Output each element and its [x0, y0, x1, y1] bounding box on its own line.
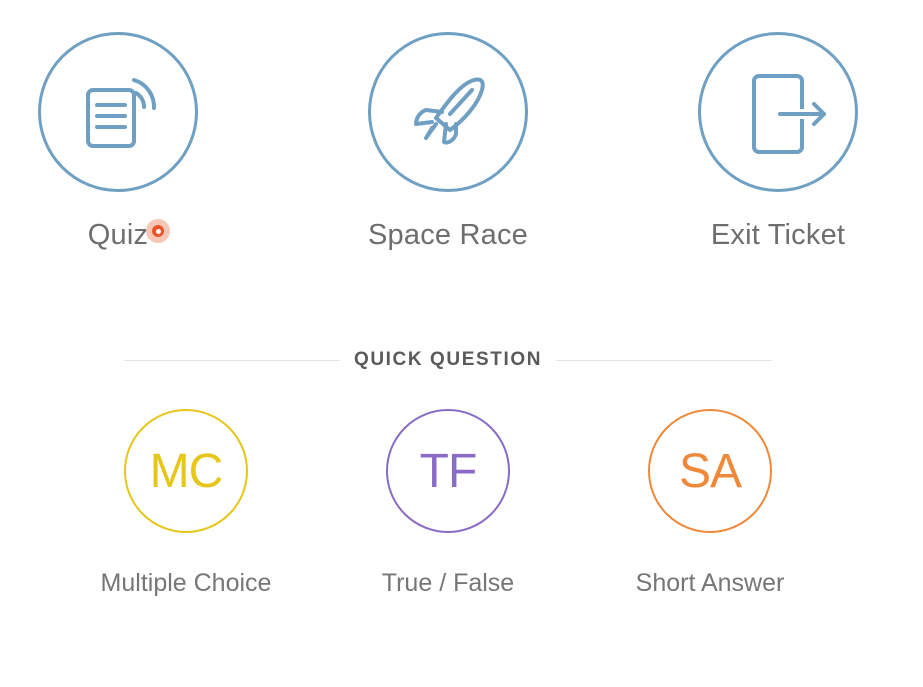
divider-line-left	[124, 359, 340, 361]
click-indicator-icon	[146, 219, 171, 243]
divider-line-right	[556, 359, 773, 361]
true-false-badge[interactable]: TF	[386, 409, 510, 533]
exit-door-icon	[752, 74, 828, 154]
short-answer-button[interactable]: SA Short Answer	[600, 409, 820, 598]
short-answer-badge[interactable]: SA	[648, 409, 772, 533]
true-false-label[interactable]: True / False	[338, 569, 558, 598]
multiple-choice-button[interactable]: MC Multiple Choice	[76, 409, 296, 598]
exit-ticket-label[interactable]: Exit Ticket	[711, 219, 845, 252]
space-race-ring[interactable]	[368, 32, 528, 192]
quick-question-heading: QUICK QUESTION	[353, 349, 543, 370]
quiz-label[interactable]: Quiz	[87, 219, 171, 252]
exit-ticket-ring[interactable]	[698, 32, 858, 192]
quiz-label-text: Quiz	[87, 219, 149, 251]
quiz-document-icon	[86, 78, 157, 148]
short-answer-label[interactable]: Short Answer	[600, 569, 820, 598]
exit-ticket-activity-button[interactable]: Exit Ticket	[678, 32, 878, 252]
true-false-button[interactable]: TF True / False	[338, 409, 558, 598]
space-race-activity-button[interactable]: Space Race	[348, 32, 548, 252]
quick-question-divider: QUICK QUESTION	[124, 346, 773, 374]
multiple-choice-label[interactable]: Multiple Choice	[76, 569, 296, 598]
activity-launcher: Quiz Space Race Exit Ticket QUICK QUESTI…	[0, 0, 923, 687]
space-race-label[interactable]: Space Race	[368, 219, 528, 252]
quiz-ring[interactable]	[38, 32, 198, 192]
multiple-choice-badge[interactable]: MC	[124, 409, 248, 533]
quiz-activity-button[interactable]: Quiz	[18, 32, 218, 252]
rocket-icon	[414, 77, 485, 145]
